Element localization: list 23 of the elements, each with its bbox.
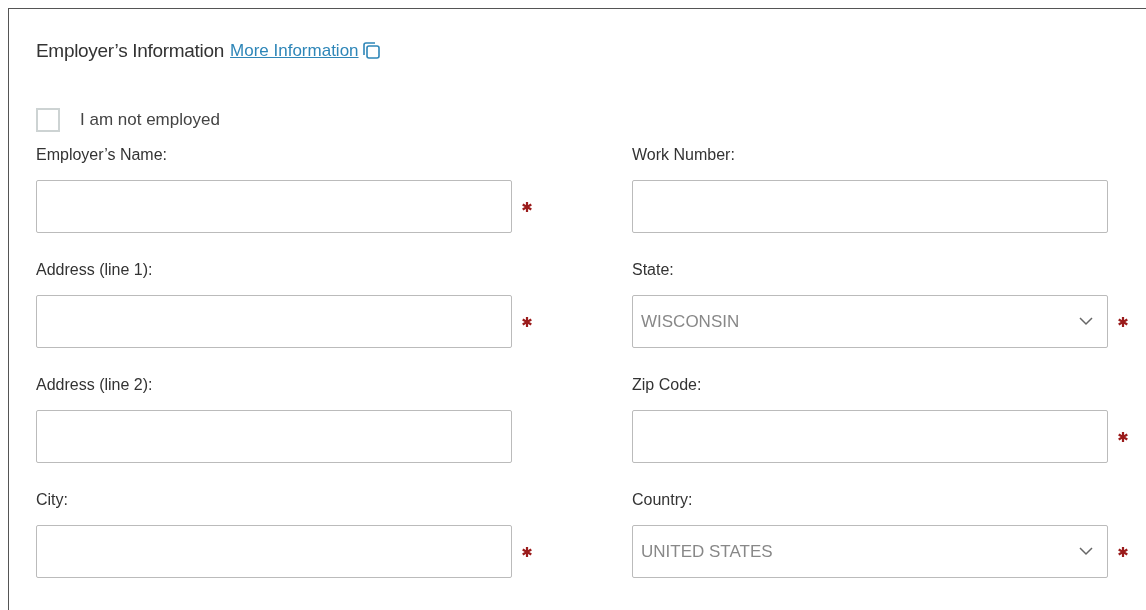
input-field[interactable] [36,295,512,348]
dropdown[interactable]: WISCONSIN [632,295,1108,348]
external-window-icon [361,42,381,60]
more-information-link[interactable]: More Information [230,41,381,61]
field-label: Work Number: [632,145,736,165]
chevron-down-icon [1079,317,1093,326]
field-label: Zip Code: [632,375,703,395]
input-field[interactable] [36,180,512,233]
input-field[interactable] [36,410,512,463]
field-label: Employer’s Name: [36,145,168,165]
field-label: State: [632,260,675,280]
input-field[interactable] [632,410,1108,463]
chevron-down-icon [1079,547,1093,556]
checkbox-label: I am not employed [80,110,220,130]
dropdown[interactable]: UNITED STATES [632,525,1108,578]
field-label: City: [36,490,69,510]
field-label: Address (line 2): [36,375,154,395]
input-field[interactable] [632,180,1108,233]
checkbox[interactable] [36,108,60,132]
section-title: Employer’s Information [36,40,225,62]
field-label: Address (line 1): [36,260,154,280]
input-field[interactable] [36,525,512,578]
field-label: Country: [632,490,694,510]
